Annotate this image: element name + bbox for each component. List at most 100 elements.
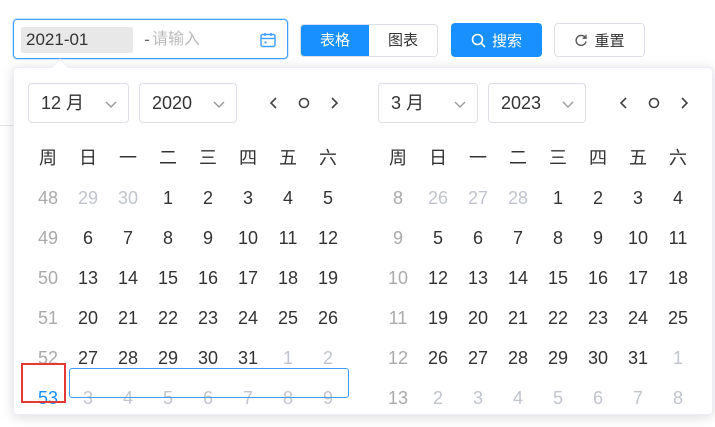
left-month-select[interactable]: 12 月: [28, 83, 129, 123]
day-cell[interactable]: 2: [578, 178, 618, 218]
tab-chart[interactable]: 图表: [369, 25, 437, 56]
day-cell[interactable]: 27: [458, 338, 498, 378]
day-cell[interactable]: 16: [188, 258, 228, 298]
day-cell[interactable]: 19: [418, 298, 458, 338]
day-cell[interactable]: 8: [658, 378, 698, 418]
day-cell[interactable]: 15: [538, 258, 578, 298]
day-cell[interactable]: 25: [268, 298, 308, 338]
week-row[interactable]: 50 13 14 15 16 17 18 19: [28, 258, 348, 298]
week-number[interactable]: 11: [378, 298, 418, 338]
right-today-icon[interactable]: [646, 95, 662, 111]
tab-table[interactable]: 表格: [301, 25, 369, 56]
day-cell[interactable]: 30: [108, 178, 148, 218]
right-prev-month-icon[interactable]: [616, 95, 632, 111]
day-cell[interactable]: 26: [418, 338, 458, 378]
day-cell[interactable]: 8: [148, 218, 188, 258]
day-cell[interactable]: 10: [618, 218, 658, 258]
day-cell[interactable]: 7: [498, 218, 538, 258]
week-number[interactable]: 49: [28, 218, 68, 258]
day-cell[interactable]: 16: [578, 258, 618, 298]
day-cell[interactable]: 5: [308, 178, 348, 218]
day-cell[interactable]: 15: [148, 258, 188, 298]
day-cell[interactable]: 28: [498, 338, 538, 378]
day-cell[interactable]: 14: [498, 258, 538, 298]
day-cell[interactable]: 10: [228, 218, 268, 258]
day-cell[interactable]: 30: [578, 338, 618, 378]
week-row[interactable]: 10 12 13 14 15 16 17 18: [378, 258, 698, 298]
week-number[interactable]: 10: [378, 258, 418, 298]
day-cell[interactable]: 13: [458, 258, 498, 298]
week-row[interactable]: 48 29 30 1 2 3 4 5: [28, 178, 348, 218]
day-cell[interactable]: 23: [578, 298, 618, 338]
day-cell[interactable]: 11: [658, 218, 698, 258]
week-number[interactable]: 50: [28, 258, 68, 298]
day-cell[interactable]: 12: [418, 258, 458, 298]
week-number[interactable]: 12: [378, 338, 418, 378]
week-number[interactable]: 13: [378, 378, 418, 418]
day-cell[interactable]: 4: [498, 378, 538, 418]
week-number[interactable]: 51: [28, 298, 68, 338]
week-row[interactable]: 9 5 6 7 8 9 10 11: [378, 218, 698, 258]
range-start-value[interactable]: 2021-01: [21, 27, 133, 53]
right-month-select[interactable]: 3 月: [378, 83, 478, 123]
day-cell[interactable]: 18: [268, 258, 308, 298]
day-cell[interactable]: 6: [68, 218, 108, 258]
day-cell[interactable]: 21: [108, 298, 148, 338]
day-cell[interactable]: 25: [658, 298, 698, 338]
left-prev-month-icon[interactable]: [266, 95, 282, 111]
week-row[interactable]: 8 26 27 28 1 2 3 4: [378, 178, 698, 218]
day-cell[interactable]: 3: [618, 178, 658, 218]
day-cell[interactable]: 22: [148, 298, 188, 338]
day-cell[interactable]: 9: [188, 218, 228, 258]
day-cell[interactable]: 29: [538, 338, 578, 378]
day-cell[interactable]: 26: [308, 298, 348, 338]
right-year-select[interactable]: 2023: [488, 83, 586, 123]
day-cell[interactable]: 4: [658, 178, 698, 218]
right-next-month-icon[interactable]: [676, 95, 692, 111]
day-cell[interactable]: 12: [308, 218, 348, 258]
day-cell[interactable]: 3: [228, 178, 268, 218]
day-cell[interactable]: 7: [618, 378, 658, 418]
day-cell[interactable]: 31: [618, 338, 658, 378]
calendar-icon[interactable]: [259, 31, 277, 49]
day-cell[interactable]: 17: [228, 258, 268, 298]
range-end-placeholder[interactable]: 请输入: [152, 27, 252, 53]
day-cell[interactable]: 13: [68, 258, 108, 298]
day-cell[interactable]: 9: [578, 218, 618, 258]
day-cell[interactable]: 23: [188, 298, 228, 338]
day-cell[interactable]: 1: [538, 178, 578, 218]
day-cell[interactable]: 17: [618, 258, 658, 298]
week-row[interactable]: 13 2 3 4 5 6 7 8: [378, 378, 698, 418]
day-cell[interactable]: 19: [308, 258, 348, 298]
week-number[interactable]: 48: [28, 178, 68, 218]
left-today-icon[interactable]: [296, 95, 312, 111]
reset-button[interactable]: 重置: [554, 23, 645, 57]
week-number[interactable]: 8: [378, 178, 418, 218]
day-cell[interactable]: 6: [458, 218, 498, 258]
day-cell[interactable]: 5: [418, 218, 458, 258]
day-cell[interactable]: 20: [458, 298, 498, 338]
day-cell[interactable]: 1: [148, 178, 188, 218]
day-cell[interactable]: 3: [458, 378, 498, 418]
day-cell[interactable]: 4: [268, 178, 308, 218]
day-cell[interactable]: 14: [108, 258, 148, 298]
day-cell[interactable]: 7: [108, 218, 148, 258]
day-cell[interactable]: 24: [618, 298, 658, 338]
day-cell[interactable]: 8: [538, 218, 578, 258]
day-cell[interactable]: 27: [458, 178, 498, 218]
day-cell[interactable]: 2: [188, 178, 228, 218]
day-cell[interactable]: 29: [68, 178, 108, 218]
date-range-input[interactable]: 2021-01 - 请输入: [13, 19, 288, 59]
week-number[interactable]: 9: [378, 218, 418, 258]
day-cell[interactable]: 2: [418, 378, 458, 418]
day-cell[interactable]: 20: [68, 298, 108, 338]
day-cell[interactable]: 24: [228, 298, 268, 338]
week-row[interactable]: 51 20 21 22 23 24 25 26: [28, 298, 348, 338]
day-cell[interactable]: 28: [498, 178, 538, 218]
day-cell[interactable]: 22: [538, 298, 578, 338]
day-cell[interactable]: 6: [578, 378, 618, 418]
day-cell[interactable]: 5: [538, 378, 578, 418]
day-cell[interactable]: 18: [658, 258, 698, 298]
day-cell[interactable]: 1: [658, 338, 698, 378]
search-button[interactable]: 搜索: [451, 23, 542, 57]
